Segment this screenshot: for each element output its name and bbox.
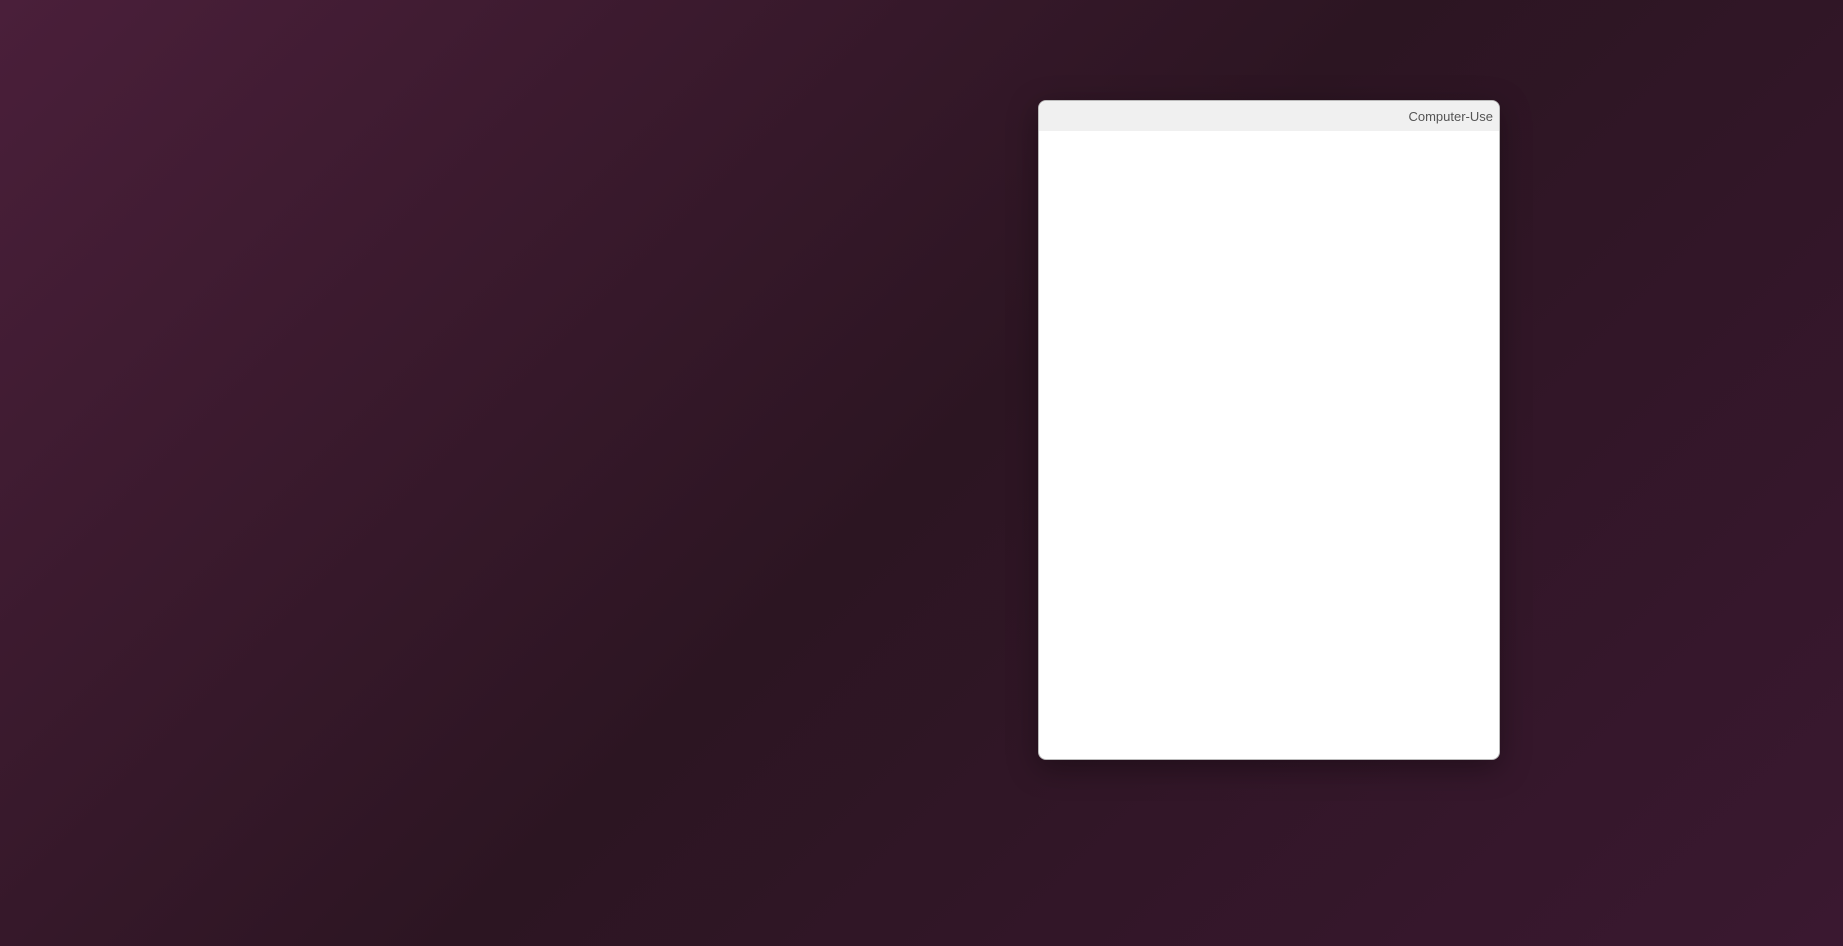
titlebar: Computer-Use bbox=[1039, 101, 1499, 131]
presentation-window: Computer-Use bbox=[1038, 100, 1500, 760]
minimize-icon: Computer-Use bbox=[1408, 109, 1493, 124]
